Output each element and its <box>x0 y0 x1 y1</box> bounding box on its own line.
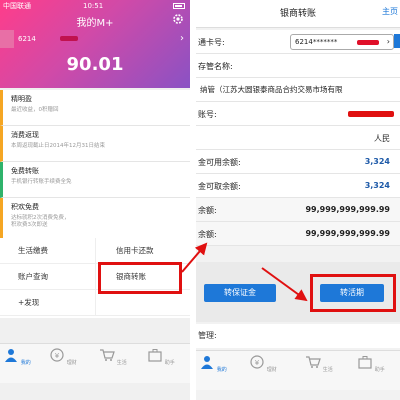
card-number: 6214******* <box>295 38 338 46</box>
list-item-title: 积欢免费 <box>11 203 39 211</box>
currency-value: 人民 <box>374 134 390 143</box>
balance-row-2: 余额: 99,999,999,999.99 <box>196 222 400 246</box>
list-item-subtitle: 最近收益，0积赠回 <box>11 107 59 113</box>
tab-label: 助手 <box>374 367 385 373</box>
home-link[interactable]: 主页 <box>382 6 398 17</box>
list-item-subtitle: 达标就积2次消费免费， 积欢费3次即送 <box>11 215 70 228</box>
highlight-box <box>310 274 396 312</box>
field-label: 存管名称: <box>198 62 233 71</box>
tab-bar: 我的 ¥ 理财 生活 助手 <box>0 343 190 383</box>
card-number: 6214 <box>18 35 36 43</box>
tab-life[interactable]: 生活 <box>98 348 128 366</box>
card-number-row: 通卡号: 6214******* › <box>196 30 400 54</box>
coin-icon: ¥ <box>250 355 264 369</box>
action-area: 转保证金 转活期 <box>196 262 400 322</box>
withdrawable-balance-value: 3,324 <box>364 181 390 190</box>
redaction-mark <box>348 111 394 117</box>
account-row: 账号: <box>196 102 400 126</box>
list-item-subtitle: 手机银行转账手续费全免 <box>11 179 72 185</box>
page-title: 我的M+ <box>76 18 114 29</box>
notes-label: 管理: <box>196 324 400 348</box>
card-mask <box>0 30 14 48</box>
redaction-mark <box>357 40 379 45</box>
list-item-title: 消费返现 <box>11 131 39 139</box>
promo-list: 精明盈 最近收益，0积赠回 消费返现 本周返现截止日2014年12月31日结束 … <box>0 90 190 240</box>
status-bar: 中国联通 10:51 <box>3 1 187 11</box>
person-icon <box>201 356 214 369</box>
left-phone-screen: 中国联通 10:51 我的M+ 6214 › 90.01 精明盈 最近收益，0积… <box>0 0 190 400</box>
list-item-title: 免费转账 <box>11 167 39 175</box>
tab-label: 理财 <box>266 367 277 373</box>
tab-life[interactable]: 生活 <box>304 355 334 373</box>
highlight-box <box>98 262 182 294</box>
tab-mine[interactable]: 我的 <box>2 348 32 366</box>
tab-mine[interactable]: 我的 <box>198 355 228 373</box>
field-label: 账号: <box>198 110 217 119</box>
available-balance-value: 3,324 <box>364 157 390 166</box>
tab-finance[interactable]: ¥ 理财 <box>48 348 78 366</box>
card-select[interactable]: 6214******* › <box>290 34 394 50</box>
list-item[interactable]: 消费返现 本周返现截止日2014年12月31日结束 <box>0 126 190 162</box>
briefcase-icon <box>148 349 162 362</box>
grid-item-discover[interactable]: +发现 <box>0 290 95 316</box>
tab-label: 我的 <box>20 360 31 366</box>
list-item-title: 精明盈 <box>11 95 32 103</box>
balance-row-1: 余额: 99,999,999,999.99 <box>196 198 400 222</box>
carrier-label: 中国联通 <box>3 2 31 10</box>
briefcase-icon <box>358 356 372 369</box>
cart-icon <box>306 356 322 368</box>
tab-finance[interactable]: ¥ 理财 <box>248 355 278 373</box>
tab-assistant[interactable]: 助手 <box>146 348 176 366</box>
grid-item-credit-repay[interactable]: 信用卡还款 <box>95 238 190 264</box>
field-label: 金可取余额: <box>198 182 241 191</box>
balance-value: 90.01 <box>66 54 124 75</box>
right-phone-screen: 银商转账 主页 通卡号: 6214******* › 存管名称: 纳管（江苏大圆… <box>196 0 400 400</box>
depository-name-row: 存管名称: <box>196 54 400 78</box>
list-item[interactable]: 免费转账 手机银行转账手续费全免 <box>0 162 190 198</box>
grid-item-account-query[interactable]: 账户查询 <box>0 264 95 290</box>
balance-value: 99,999,999,999.99 <box>305 205 390 214</box>
nav-bar: 银商转账 主页 <box>196 0 400 28</box>
cart-icon <box>100 349 116 361</box>
tab-label: 生活 <box>116 360 127 366</box>
page-title: 银商转账 <box>279 9 316 19</box>
account-header: 中国联通 10:51 我的M+ 6214 › 90.01 <box>0 0 190 88</box>
list-item[interactable]: 积欢免费 达标就积2次消费免费， 积欢费3次即送 <box>0 198 190 240</box>
tab-label: 生活 <box>322 367 333 373</box>
list-item-subtitle: 本周返现截止日2014年12月31日结束 <box>11 143 105 149</box>
tab-label: 助手 <box>164 360 175 366</box>
field-label: 金可用余额: <box>198 158 241 167</box>
chevron-right-icon: › <box>180 33 184 44</box>
transfer-form: 通卡号: 6214******* › 存管名称: 纳管（江苏大圆银泰商品合约交易… <box>196 30 400 246</box>
field-label: 余额: <box>198 206 217 215</box>
to-margin-button[interactable]: 转保证金 <box>204 284 276 302</box>
card-selector[interactable]: 6214 › <box>0 30 190 50</box>
svg-text:¥: ¥ <box>255 359 260 367</box>
depository-name-value-row[interactable]: 纳管（江苏大圆银泰商品合约交易市场有限 <box>196 78 400 102</box>
list-item[interactable]: 精明盈 最近收益，0积赠回 <box>0 90 190 126</box>
balance-value: 99,999,999,999.99 <box>305 229 390 238</box>
tab-label: 理财 <box>66 360 77 366</box>
depository-name: 纳管（江苏大圆银泰商品合约交易市场有限 <box>200 85 343 94</box>
grid-item-bill-pay[interactable]: 生活缴费 <box>0 238 95 264</box>
redaction-mark <box>60 36 78 41</box>
currency-row: 人民 <box>196 126 400 150</box>
scrollbar[interactable] <box>394 34 400 48</box>
tab-bar: 我的 ¥ 理财 生活 助手 <box>196 350 400 390</box>
svg-text:¥: ¥ <box>55 352 60 360</box>
person-icon <box>5 349 18 362</box>
withdrawable-balance-row: 金可取余额: 3,324 <box>196 174 400 198</box>
screenshot-root: 中国联通 10:51 我的M+ 6214 › 90.01 精明盈 最近收益，0积… <box>0 0 400 400</box>
tab-label: 我的 <box>216 367 227 373</box>
battery-icon <box>173 3 185 9</box>
field-label: 余额: <box>198 230 217 239</box>
available-balance-row: 金可用余额: 3,324 <box>196 150 400 174</box>
tab-assistant[interactable]: 助手 <box>356 355 386 373</box>
chevron-right-icon: › <box>386 37 390 46</box>
clock-label: 10:51 <box>83 2 104 10</box>
gear-icon[interactable] <box>172 13 184 25</box>
coin-icon: ¥ <box>50 348 64 362</box>
field-label: 通卡号: <box>198 38 225 47</box>
